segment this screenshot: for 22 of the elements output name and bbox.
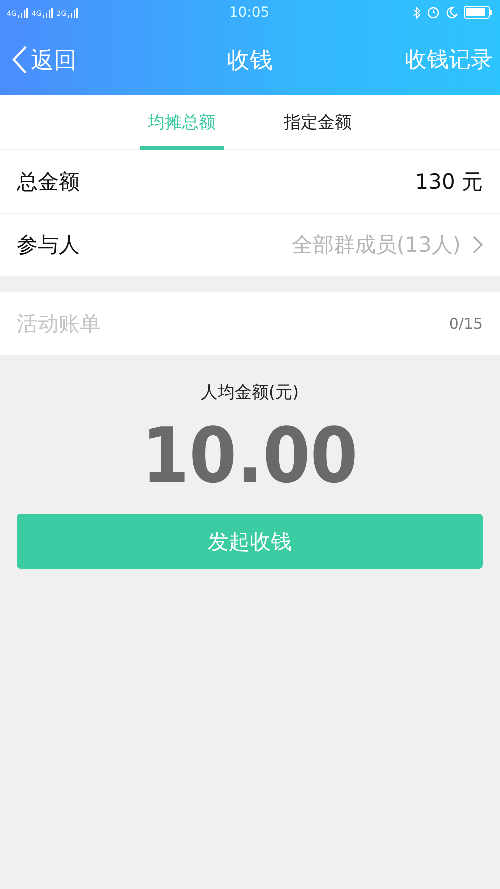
row-label: 参与人 (17, 232, 80, 259)
per-person-label: 人均金额(元) (200, 382, 300, 404)
signal-icon (42, 8, 53, 18)
history-button[interactable]: 收钱记录 (405, 45, 493, 75)
submit-button[interactable]: 发起收钱 (17, 514, 483, 569)
bluetooth-icon (412, 6, 421, 18)
battery-icon (464, 6, 492, 19)
status-time: 10:05 (229, 4, 270, 20)
back-icon (12, 45, 28, 75)
page-title: 收钱 (227, 46, 273, 76)
back-button[interactable]: 返回 (12, 44, 77, 76)
row-value: 全部群成员(13人) (292, 232, 461, 259)
signal-icon (18, 8, 28, 18)
char-counter: 0/15 (449, 314, 483, 332)
chevron-icon (473, 236, 483, 254)
alarm-icon (426, 6, 440, 19)
tab[interactable]: 指定金额 (276, 95, 360, 150)
per-person-amount: 10.00 (142, 410, 358, 502)
signal-icon (68, 8, 78, 18)
row-label: 总金额 (17, 168, 80, 196)
row-value: 130 元 (415, 168, 483, 196)
moon-icon (446, 6, 458, 18)
